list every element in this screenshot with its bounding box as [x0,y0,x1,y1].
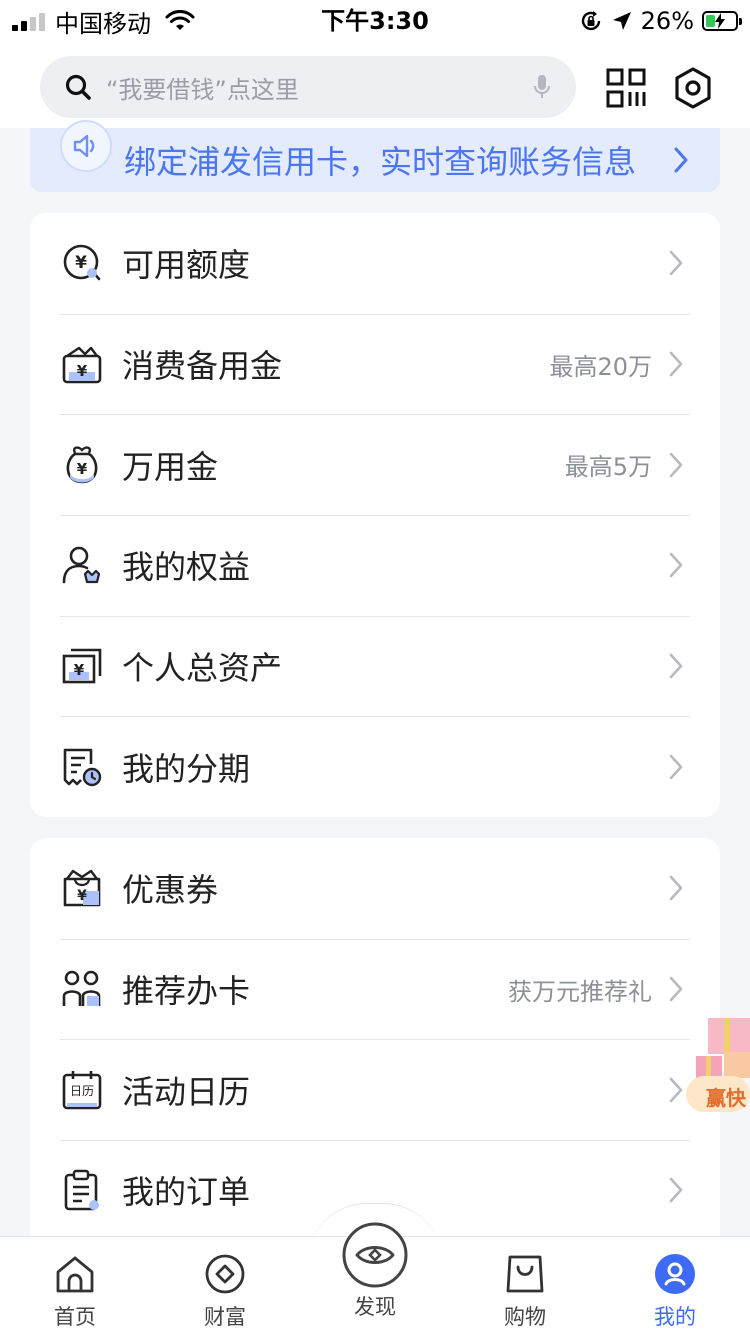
chevron-right-icon [666,754,686,780]
menu-label: 优惠券 [122,871,219,910]
chevron-right-icon [666,653,686,679]
menu-note: 最高20万 [549,352,652,381]
tab-home[interactable]: 首页 [0,1237,150,1334]
menu-item-universal-fund[interactable]: ¥ 万用金 最高5万 [30,414,720,515]
tab-label: 财富 [204,1305,246,1329]
tab-label: 首页 [54,1305,96,1329]
menu-label: 可用额度 [122,246,251,285]
menu-label: 我的分期 [122,749,251,788]
search-icon [64,73,92,101]
chevron-right-icon [666,351,686,377]
bind-card-banner[interactable]: 绑定浦发信用卡，实时查询账务信息 [30,120,720,192]
svg-text:¥: ¥ [77,362,88,380]
location-arrow-icon [611,10,633,32]
menu-item-my-installments[interactable]: 我的分期 [30,716,720,817]
tab-bar: 首页 财富 发现 购物 我的 [0,1222,750,1334]
speaker-icon [60,120,112,172]
status-right: 26% [579,6,742,36]
chevron-right-icon [666,552,686,578]
chevron-right-icon [666,1177,686,1203]
tab-label: 购物 [504,1305,546,1329]
wallet-yuan-icon: ¥ [60,342,104,386]
chevron-right-icon [666,875,686,901]
search-input[interactable]: “我要借钱”点这里 [106,70,532,105]
tab-label: 我的 [654,1305,696,1329]
menu-item-total-assets[interactable]: ¥ 个人总资产 [30,615,720,717]
wifi-icon [165,10,195,32]
calendar-icon-text: 日历 [69,1083,94,1098]
svg-text:¥: ¥ [77,460,88,478]
menu-item-available-credit[interactable]: ¥ 可用额度 [30,213,720,314]
status-left: 中国移动 [12,6,195,38]
menu-label: 万用金 [122,447,219,486]
cellular-signal-icon [12,11,45,31]
menu-label: 我的权益 [122,548,251,587]
money-bag-icon: ¥ [60,443,104,487]
menu-label: 活动日历 [122,1072,251,1111]
coupon-icon: ¥ [60,866,104,910]
chevron-right-icon [672,146,690,174]
chevron-right-icon [666,250,686,276]
order-clipboard-icon [60,1168,104,1212]
referral-users-icon [60,967,104,1011]
menu-item-refer-card[interactable]: 推荐办卡 获万元推荐礼 [30,938,720,1040]
menu-item-event-calendar[interactable]: 日历 活动日历 [30,1039,720,1140]
settings-icon[interactable] [672,66,714,110]
calendar-icon: 日历 [60,1068,104,1112]
tab-label: 发现 [354,1295,396,1319]
home-icon [54,1253,96,1295]
yuan-coin-icon: ¥ [60,241,104,285]
search-bar[interactable]: “我要借钱”点这里 [40,56,576,118]
shopping-bag-icon [505,1253,545,1295]
header: “我要借钱”点这里 [0,44,750,128]
qr-code-icon[interactable] [606,68,646,108]
svg-text:¥: ¥ [74,661,85,679]
menu-note: 获万元推荐礼 [508,977,652,1006]
tab-mine[interactable]: 我的 [600,1237,750,1334]
menu-label: 个人总资产 [122,649,283,688]
discover-eye-icon [341,1221,409,1289]
menu-label: 消费备用金 [122,347,283,386]
wealth-icon [204,1253,246,1295]
menu-item-consumer-reserve[interactable]: ¥ 消费备用金 最高20万 [30,313,720,415]
menu-item-my-benefits[interactable]: 我的权益 [30,515,720,616]
assets-card-icon: ¥ [60,644,104,688]
chevron-right-icon [666,976,686,1002]
user-crown-icon [60,543,104,587]
status-bar: 中国移动 下午3:30 26% [0,0,750,44]
battery-percent: 26% [640,7,694,35]
tab-wealth[interactable]: 财富 [150,1237,300,1334]
microphone-icon[interactable] [532,73,552,101]
battery-icon [702,11,742,31]
menu-label: 推荐办卡 [122,972,251,1011]
chevron-right-icon [666,1077,686,1103]
banner-text: 绑定浦发信用卡，实时查询账务信息 [124,143,637,181]
floating-promo-gift[interactable]: 赢快 [686,1012,750,1116]
tab-discover[interactable]: 发现 [300,1222,450,1334]
menu-card-services: ¥ 优惠券 推荐办卡 获万元推荐礼 日历 活动日历 我的订单 [30,838,720,1258]
chevron-right-icon [666,452,686,478]
menu-card-credit: ¥ 可用额度 ¥ 消费备用金 最高20万 ¥ 万用金 最高5万 我的权益 ¥ 个… [30,213,720,817]
menu-item-coupons[interactable]: ¥ 优惠券 [30,838,720,939]
menu-note: 最高5万 [564,453,652,482]
carrier-name: 中国移动 [55,9,151,38]
svg-text:¥: ¥ [75,253,87,273]
installment-bill-icon [60,745,104,789]
svg-text:¥: ¥ [77,888,87,904]
tab-shopping[interactable]: 购物 [450,1237,600,1334]
rotation-lock-icon [579,9,603,33]
promo-text: 赢快 [706,1086,746,1110]
user-icon [654,1253,696,1295]
